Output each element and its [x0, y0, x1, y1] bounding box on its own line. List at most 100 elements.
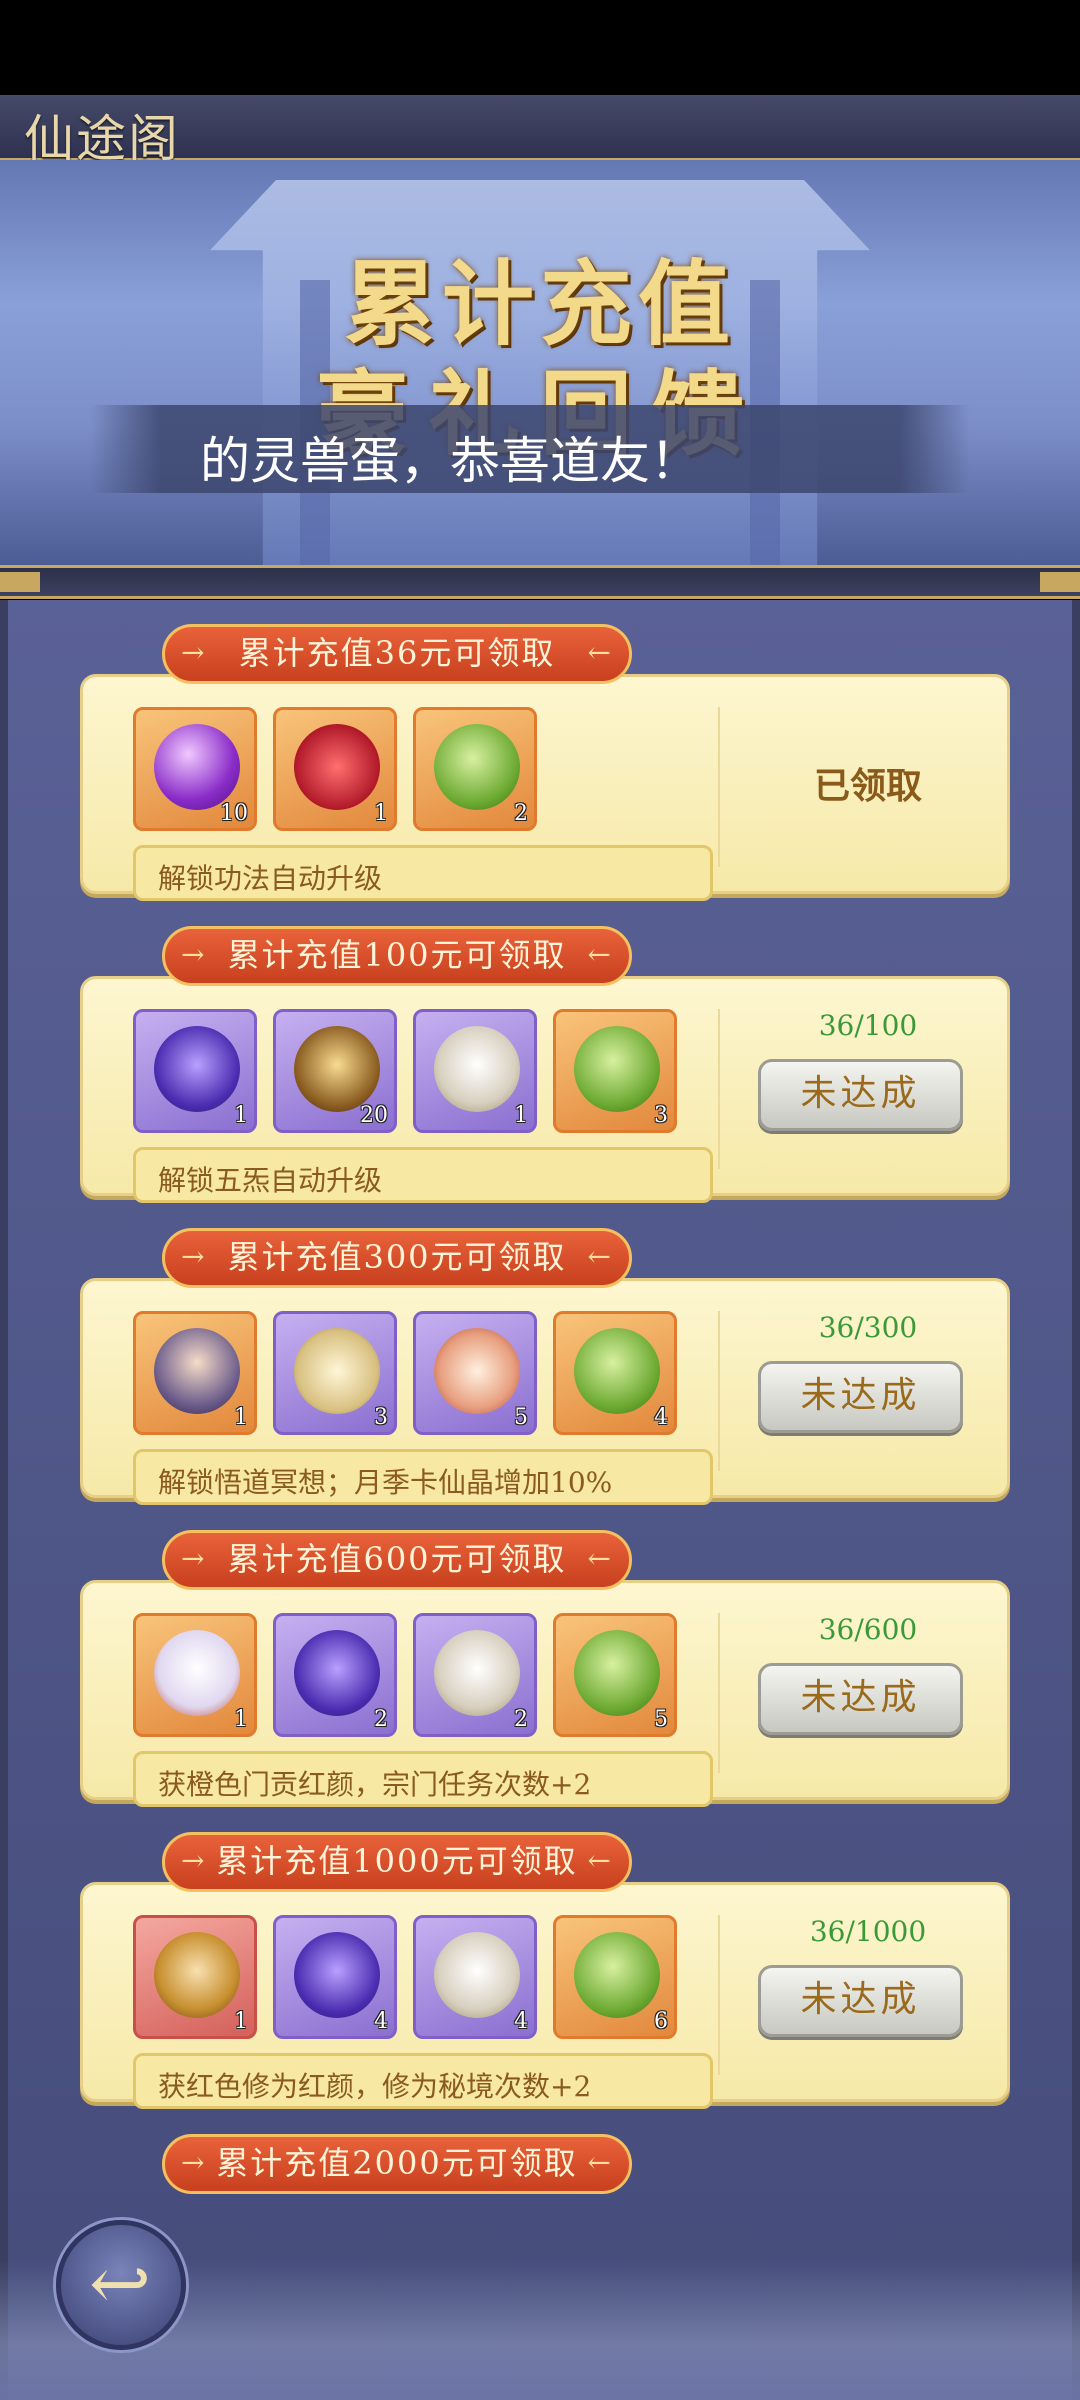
perk-text: 解锁悟道冥想；月季卡仙晶增加10% — [158, 1466, 613, 1499]
reward-item[interactable]: 5 — [553, 1613, 677, 1737]
reward-tier: → 累计充值100元可领取 ← 1 20 1 3 解锁五炁自动升级 36/100 未达成 — [80, 926, 1010, 1203]
ribbon-arrow-icon: → — [181, 636, 207, 669]
immortal-portrait-icon — [154, 1328, 240, 1414]
reward-item[interactable]: 5 — [413, 1311, 537, 1435]
card-divider — [718, 1613, 720, 1773]
item-count: 5 — [654, 1707, 668, 1732]
reward-item[interactable]: 6 — [553, 1915, 677, 2039]
ribbon-arrow-icon: → — [181, 1542, 207, 1575]
tier-ribbon: → 累计充值36元可领取 ← — [162, 624, 632, 684]
tier-perk: 解锁功法自动升级 — [133, 845, 713, 901]
marquee-text: 的灵兽蛋，恭喜道友！ — [200, 432, 700, 490]
item-count: 1 — [514, 1103, 528, 1128]
scroll-icon — [294, 1328, 380, 1414]
reward-item[interactable]: 4 — [413, 1915, 537, 2039]
item-count: 2 — [374, 1707, 388, 1732]
reward-item[interactable]: 3 — [273, 1311, 397, 1435]
frame-edge — [0, 600, 8, 2400]
reward-item[interactable]: 1 — [133, 1311, 257, 1435]
claim-button[interactable]: 未达成 — [758, 1965, 963, 2037]
ribbon-arrow-icon: ← — [587, 1542, 613, 1575]
reward-item[interactable]: 2 — [413, 1613, 537, 1737]
tier-card: 10 1 2 解锁功法自动升级 已领取 — [80, 674, 1010, 901]
reward-list[interactable]: → 累计充值36元可领取 ← 10 1 2 解锁功法自动升级 已领取 → 累计充值100元可领取 ←… — [0, 600, 1080, 2400]
event-banner: 累计充值 豪礼回馈 的灵兽蛋，恭喜道友！ — [0, 160, 1080, 570]
reward-item[interactable]: 1 — [413, 1009, 537, 1133]
item-count: 2 — [514, 801, 528, 826]
reward-item[interactable]: 1 — [133, 1613, 257, 1737]
title-bar: 仙途阁 — [0, 95, 1080, 168]
ribbon-arrow-icon: ← — [587, 938, 613, 971]
item-count: 4 — [374, 2009, 388, 2034]
reward-item[interactable]: 4 — [273, 1915, 397, 2039]
tier-card: 1 2 2 5 获橙色门贡红颜，宗门任务次数+2 36/600 未达成 — [80, 1580, 1010, 1807]
reward-tier: → 累计充值300元可领取 ← 1 3 5 4 解锁悟道冥想；月季卡仙晶增加10% 36/300… — [80, 1228, 1010, 1505]
reward-item[interactable]: 1 — [273, 707, 397, 831]
tier-ribbon: → 累计充值2000元可领取 ← — [162, 2134, 632, 2194]
red-cloth-icon — [294, 724, 380, 810]
ribbon-arrow-icon: ← — [587, 1844, 613, 1877]
item-count: 3 — [654, 1103, 668, 1128]
item-count: 1 — [234, 1103, 248, 1128]
reward-item[interactable]: 10 — [133, 707, 257, 831]
tier-card: 1 20 1 3 解锁五炁自动升级 36/100 未达成 — [80, 976, 1010, 1203]
item-count: 1 — [234, 2009, 248, 2034]
back-button[interactable]: ↩ — [56, 2220, 186, 2350]
frame-edge — [1072, 600, 1080, 2400]
reward-item[interactable]: 4 — [553, 1311, 677, 1435]
back-arrow-icon: ↩ — [89, 2241, 152, 2327]
reward-items: 10 1 2 — [133, 707, 678, 837]
claim-button[interactable]: 未达成 — [758, 1361, 963, 1433]
card-divider — [718, 707, 720, 867]
purple-orb-icon — [154, 724, 240, 810]
reward-item[interactable]: 1 — [133, 1915, 257, 2039]
item-count: 1 — [234, 1707, 248, 1732]
spirit-egg-icon — [434, 1026, 520, 1112]
reward-items: 1 4 4 6 — [133, 1915, 678, 2045]
reward-item[interactable]: 3 — [553, 1009, 677, 1133]
banner-divider — [0, 565, 1080, 599]
tier-title: 累计充值1000元可领取 — [216, 1842, 578, 1880]
claim-button[interactable]: 未达成 — [758, 1663, 963, 1735]
item-count: 1 — [234, 1405, 248, 1430]
tier-title: 累计充值36元可领取 — [238, 634, 556, 672]
reward-item[interactable]: 2 — [273, 1613, 397, 1737]
item-count: 4 — [654, 1405, 668, 1430]
reward-item[interactable]: 20 — [273, 1009, 397, 1133]
purple-talisman-icon — [154, 1026, 240, 1112]
green-ewer-icon — [574, 1328, 660, 1414]
card-divider — [718, 1009, 720, 1169]
tier-ribbon: → 累计充值600元可领取 ← — [162, 1530, 632, 1590]
perk-text: 解锁功法自动升级 — [158, 862, 383, 895]
perk-text: 获橙色门贡红颜，宗门任务次数+2 — [158, 1768, 592, 1801]
fire-talisman-icon — [434, 1328, 520, 1414]
card-divider — [718, 1915, 720, 2075]
item-count: 5 — [514, 1405, 528, 1430]
spirit-egg-icon — [434, 1630, 520, 1716]
reward-items: 1 3 5 4 — [133, 1311, 678, 1441]
tier-ribbon: → 累计充值100元可领取 ← — [162, 926, 632, 986]
tier-ribbon: → 累计充值300元可领取 ← — [162, 1228, 632, 1288]
reward-tier: → 累计充值1000元可领取 ← 1 4 4 6 获红色修为红颜，修为秘境次数+2 36/100… — [80, 1832, 1010, 2109]
reward-tier: → 累计充值36元可领取 ← 10 1 2 解锁功法自动升级 已领取 — [80, 624, 1010, 901]
tier-perk: 获橙色门贡红颜，宗门任务次数+2 — [133, 1751, 713, 1807]
claimed-status: 已领取 — [813, 765, 922, 807]
tier-ribbon: → 累计充值1000元可领取 ← — [162, 1832, 632, 1892]
item-count: 6 — [654, 2009, 668, 2034]
item-count: 4 — [514, 2009, 528, 2034]
reward-item[interactable]: 2 — [413, 707, 537, 831]
tier-perk: 解锁悟道冥想；月季卡仙晶增加10% — [133, 1449, 713, 1505]
fox-mask-icon — [154, 1630, 240, 1716]
purple-talisman-icon — [294, 1630, 380, 1716]
reward-items: 1 2 2 5 — [133, 1613, 678, 1743]
tier-perk: 获红色修为红颜，修为秘境次数+2 — [133, 2053, 713, 2109]
card-divider — [718, 1311, 720, 1471]
divider-cap — [1040, 572, 1080, 592]
claim-button[interactable]: 未达成 — [758, 1059, 963, 1131]
item-count: 20 — [360, 1103, 388, 1128]
reward-item[interactable]: 1 — [133, 1009, 257, 1133]
green-ewer-icon — [434, 724, 520, 810]
ribbon-arrow-icon: ← — [587, 1240, 613, 1273]
tier-title: 累计充值2000元可领取 — [216, 2144, 578, 2182]
item-count: 2 — [514, 1707, 528, 1732]
